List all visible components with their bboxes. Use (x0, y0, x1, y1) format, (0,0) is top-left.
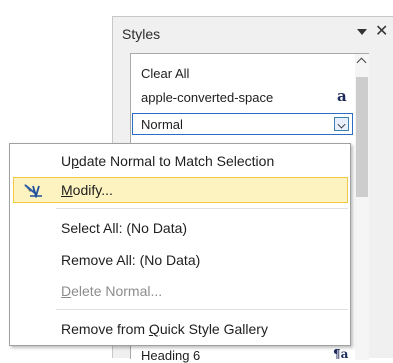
pane-title: Styles (122, 26, 161, 42)
menu-item-remove-from-gallery[interactable]: Remove from Quick Style Gallery (10, 316, 350, 342)
style-item-heading-6[interactable]: Heading 6 (141, 348, 200, 363)
scrollbar-thumb[interactable] (356, 77, 368, 197)
menu-item-update-normal[interactable]: Update Normal to Match Selection (10, 148, 350, 174)
character-style-icon: a (337, 87, 347, 105)
pane-options-icon[interactable] (357, 29, 367, 35)
menu-item-label: Delete Normal... (61, 283, 163, 299)
linked-style-icon: ¶a (333, 347, 349, 361)
menu-item-remove-all[interactable]: Remove All: (No Data) (10, 247, 350, 273)
style-item-normal[interactable]: Normal (132, 113, 353, 135)
close-icon[interactable]: ✕ (375, 23, 388, 41)
menu-item-modify[interactable]: Modify... (13, 177, 348, 203)
menu-separator (56, 208, 348, 209)
menu-item-label: Select All: (No Data) (61, 220, 188, 236)
chevron-down-icon[interactable] (334, 117, 349, 131)
menu-item-select-all[interactable]: Select All: (No Data) (10, 215, 350, 241)
menu-item-label: Modify... (61, 182, 113, 198)
context-menu: Update Normal to Match Selection Modify.… (9, 143, 351, 346)
style-item-clear-all[interactable]: Clear All (141, 66, 189, 81)
menu-item-label: Update Normal to Match Selection (61, 153, 275, 169)
menu-item-label: Remove from Quick Style Gallery (61, 321, 268, 337)
menu-item-delete-normal: Delete Normal... (10, 278, 350, 304)
menu-item-label: Remove All: (No Data) (61, 252, 201, 268)
scrollbar[interactable] (355, 54, 369, 360)
scroll-up-icon[interactable] (356, 57, 367, 68)
modify-style-icon (24, 184, 42, 198)
style-item-apple-converted-space[interactable]: apple-converted-space (141, 90, 273, 105)
style-item-label: Normal (141, 117, 183, 132)
menu-separator (56, 309, 348, 310)
